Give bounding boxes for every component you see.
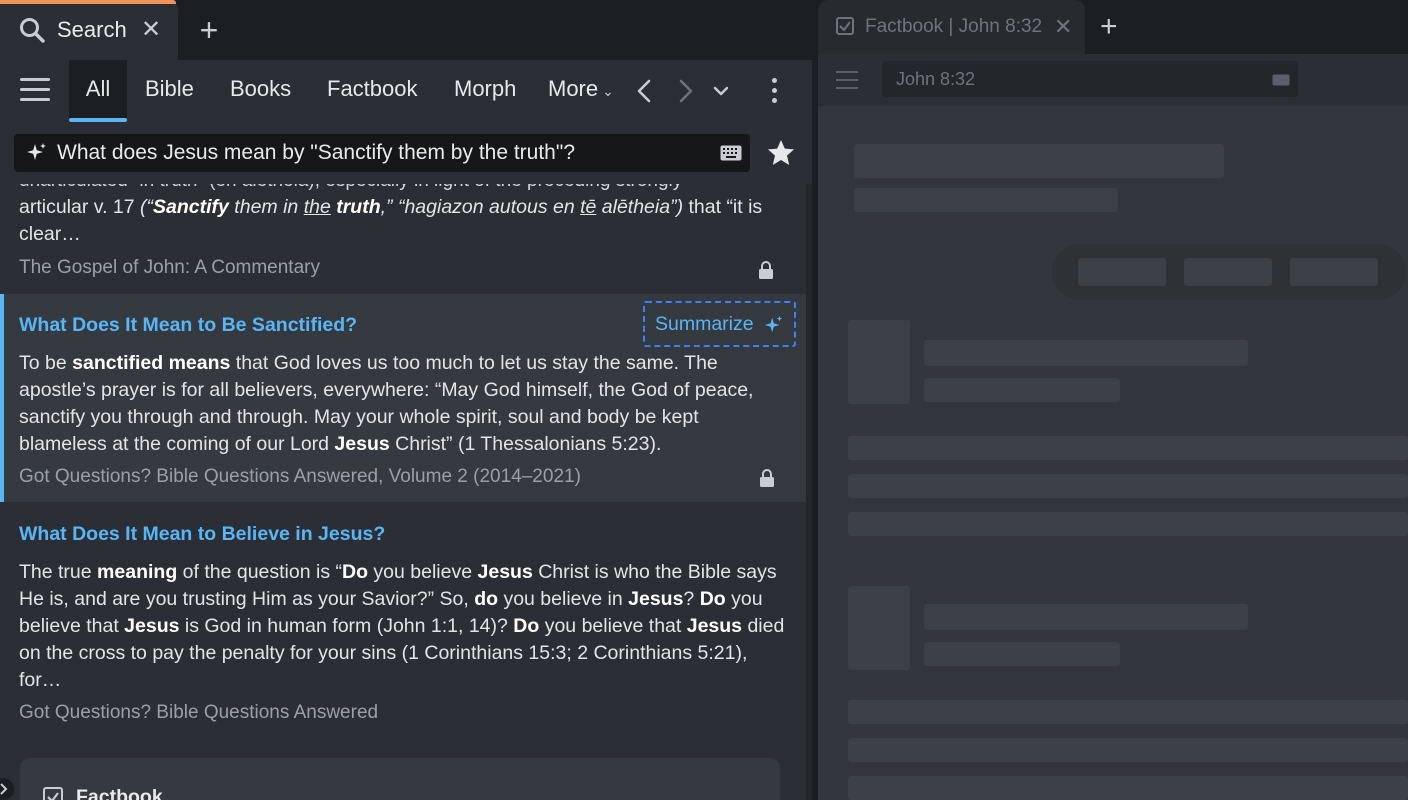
factbook-loading-skeleton <box>818 106 1408 800</box>
summarize-button[interactable]: Summarize <box>643 301 796 347</box>
keyboard-icon[interactable] <box>720 145 742 161</box>
more-menu[interactable]: More ⌄ <box>548 60 614 122</box>
lock-icon <box>760 469 774 487</box>
result-title[interactable]: What Does It Mean to Believe in Jesus? <box>19 523 385 546</box>
active-tab-accent <box>0 0 176 4</box>
skeleton-block <box>1078 258 1166 286</box>
result-source[interactable]: Got Questions? Bible Questions Answered <box>19 702 378 724</box>
left-tab-strip: Search ✕ + <box>0 0 812 60</box>
reference-text: John 8:32 <box>896 69 976 89</box>
factbook-tab-label: Factbook | John 8:32 <box>865 16 1043 37</box>
factbook-card[interactable]: Factbook <box>20 758 780 800</box>
skeleton-block <box>854 144 1224 178</box>
search-tab[interactable]: Search ✕ <box>0 0 178 60</box>
factbook-toolbar: John 8:32 <box>818 54 1408 106</box>
kebab-icon[interactable] <box>772 78 778 106</box>
resource-nav-bar: All Bible Books Factbook Morph More ⌄ <box>0 60 812 122</box>
result-snippet: The true meaning of the question is “Do … <box>19 561 785 691</box>
skeleton-block <box>848 776 1408 800</box>
search-tab-label: Search <box>57 17 127 42</box>
keyboard-icon[interactable] <box>1272 74 1290 86</box>
tab-books[interactable]: Books <box>230 60 291 122</box>
chevron-down-icon: ⌄ <box>602 83 614 99</box>
tab-factbook[interactable]: Factbook <box>327 60 418 122</box>
search-input[interactable]: What does Jesus mean by "Sanctify them b… <box>14 134 750 172</box>
search-panel: Search ✕ + All Bible Books Factbook Morp… <box>0 0 812 800</box>
tab-all[interactable]: All <box>69 60 127 122</box>
factbook-panel: Factbook | John 8:32 ✕ + John 8:32 <box>818 0 1408 800</box>
factbook-card-label: Factbook <box>76 786 163 800</box>
skeleton-block <box>848 586 910 670</box>
tab-all-label: All <box>85 76 111 101</box>
chevron-left-icon[interactable] <box>636 78 652 104</box>
search-results: unarticulated “in truth” (en alētheia), … <box>0 184 812 800</box>
skeleton-block <box>848 512 1408 536</box>
right-tab-strip: Factbook | John 8:32 ✕ + <box>818 0 1408 54</box>
selection-bar <box>0 294 4 502</box>
chevron-down-icon[interactable] <box>712 78 730 104</box>
summarize-label: Summarize <box>655 313 754 335</box>
tab-morph[interactable]: Morph <box>454 60 516 122</box>
result-snippet: To be sanctified means that God loves us… <box>19 352 754 455</box>
more-menu-label: More <box>548 76 599 101</box>
result-title[interactable]: What Does It Mean to Be Sanctified? <box>19 314 357 337</box>
skeleton-block <box>1290 258 1378 286</box>
lock-icon <box>759 261 773 279</box>
reference-input[interactable]: John 8:32 <box>882 61 1298 97</box>
search-row: What does Jesus mean by "Sanctify them b… <box>0 122 812 184</box>
sparkle-icon <box>27 143 46 160</box>
skeleton-block <box>924 378 1120 402</box>
result-source[interactable]: The Gospel of John: A Commentary <box>19 257 320 279</box>
skeleton-block <box>924 642 1120 666</box>
skeleton-block <box>848 436 1408 460</box>
skeleton-block <box>848 700 1408 724</box>
tab-bible[interactable]: Bible <box>145 60 194 122</box>
chevron-right-icon[interactable] <box>678 78 694 104</box>
result-snippet-cut: unarticulated “in truth” (en alētheia), … <box>19 184 682 192</box>
skeleton-block <box>848 738 1408 762</box>
sparkle-icon <box>764 315 783 333</box>
skeleton-block <box>1184 258 1272 286</box>
skeleton-block <box>848 474 1408 498</box>
search-icon <box>20 18 45 43</box>
hamburger-icon[interactable] <box>20 78 50 104</box>
close-icon[interactable]: ✕ <box>1054 14 1072 40</box>
search-query-text: What does Jesus mean by "Sanctify them b… <box>57 141 575 164</box>
skeleton-block <box>848 320 910 404</box>
close-icon[interactable]: ✕ <box>140 17 162 43</box>
skeleton-block <box>924 604 1248 630</box>
plus-icon[interactable]: + <box>194 12 224 48</box>
star-icon[interactable] <box>766 138 796 168</box>
hamburger-icon[interactable] <box>836 71 858 89</box>
plus-icon[interactable]: + <box>1100 10 1118 44</box>
result-source[interactable]: Got Questions? Bible Questions Answered,… <box>19 466 581 488</box>
checkbox-icon <box>836 17 854 35</box>
result-snippet: articular v. 17 (“Sanctify them in the t… <box>19 196 763 245</box>
checkbox-icon <box>43 787 63 800</box>
skeleton-block <box>854 188 1118 212</box>
skeleton-block <box>924 340 1248 366</box>
factbook-tab[interactable]: Factbook | John 8:32 ✕ <box>818 0 1085 54</box>
